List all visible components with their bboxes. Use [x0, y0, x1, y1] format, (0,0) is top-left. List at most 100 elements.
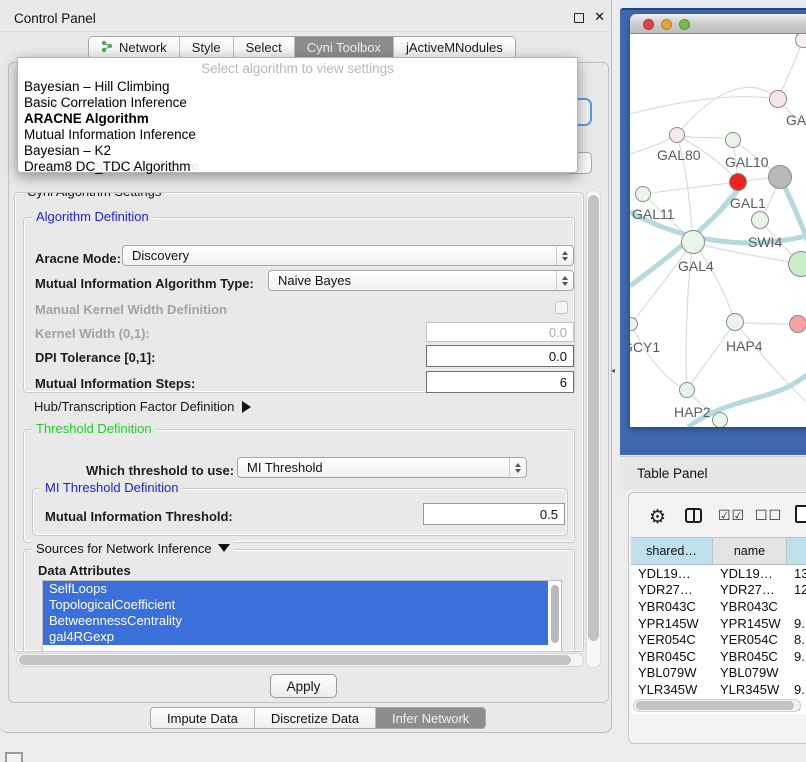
node-table: shared…nameA YDL19…YDL19…13YDR27…YDR27…1…	[631, 537, 806, 714]
table-cell: YBR043C	[631, 598, 713, 615]
manual-kernel-width-label: Manual Kernel Width Definition	[35, 302, 227, 317]
zoom-traffic-light-icon[interactable]	[679, 19, 690, 30]
tab-discretize-data[interactable]: Discretize Data	[255, 708, 376, 728]
algorithm-option[interactable]: Bayesian – K2	[22, 143, 573, 159]
algorithm-option-list: Bayesian – Hill ClimbingBasic Correlatio…	[22, 79, 573, 175]
tab-cyni-toolbox[interactable]: Cyni Toolbox	[295, 37, 394, 58]
network-node-hap4[interactable]	[726, 313, 744, 331]
network-node[interactable]	[795, 34, 806, 48]
aracne-mode-select[interactable]: Discovery	[122, 245, 574, 266]
tab-style[interactable]: Style	[180, 37, 234, 58]
data-attribute-item[interactable]: gal4RGexp	[43, 629, 548, 645]
tab-select[interactable]: Select	[234, 37, 295, 58]
tab-network[interactable]: Network	[89, 37, 180, 58]
settings-vscrollbar[interactable]	[586, 190, 601, 668]
mi-algorithm-type-select[interactable]: Naive Bayes	[268, 270, 574, 291]
network-node[interactable]	[712, 412, 728, 427]
table-cell: 9.	[787, 615, 806, 632]
group-title: Threshold Definition	[32, 421, 156, 436]
tab-label: Style	[192, 40, 221, 55]
combo-stepper-icon	[556, 246, 573, 265]
mi-steps-label: Mutual Information Steps:	[35, 376, 195, 391]
tab-infer-network[interactable]: Infer Network	[376, 708, 485, 728]
algorithm-option[interactable]: Bayesian – Hill Climbing	[22, 79, 573, 95]
tab-jactivemnodules[interactable]: jActiveMNodules	[394, 37, 515, 58]
table-cell	[787, 598, 806, 615]
network-node-gal10[interactable]	[725, 132, 741, 148]
tab-impute-data[interactable]: Impute Data	[151, 708, 255, 728]
data-attribute-item[interactable]: BetweennessCentrality	[43, 613, 548, 629]
table-row[interactable]: YBR043CYBR043C	[631, 598, 806, 615]
settings-hscrollbar[interactable]	[16, 653, 584, 667]
table-row[interactable]: YBR045CYBR045C9.	[631, 648, 806, 665]
table-cell: 13	[787, 565, 806, 582]
combo-stepper-icon	[509, 458, 526, 477]
hub-transcription-factor-toggle[interactable]: Hub/Transcription Factor Definition	[34, 399, 251, 414]
minimize-traffic-light-icon[interactable]	[661, 19, 672, 30]
network-node-swi4[interactable]	[751, 211, 769, 229]
tab-label: jActiveMNodules	[406, 40, 503, 55]
network-canvas[interactable]: GALGAL80GAL10GAL1GAL11SWI4GAL4GCY1HAP4YH…	[630, 34, 806, 427]
kernel-width-input[interactable]: 0.0	[426, 322, 574, 342]
list-scrollbar[interactable]	[550, 583, 560, 649]
table-row[interactable]: YPR145WYPR145W9.	[631, 615, 806, 632]
network-node-gal80[interactable]	[669, 127, 685, 143]
table-cell: YPR145W	[713, 615, 787, 632]
table-rows: YDL19…YDL19…13YDR27…YDR27…12YBR043CYBR04…	[631, 565, 806, 714]
column-header[interactable]: shared…	[631, 537, 713, 565]
mi-algorithm-type-label: Mutual Information Algorithm Type:	[35, 276, 254, 291]
collapse-right-icon	[242, 401, 251, 413]
close-icon[interactable]: ✕	[594, 9, 605, 25]
group-title: MI Threshold Definition	[41, 480, 182, 495]
network-node-gal1[interactable]	[729, 173, 747, 191]
network-node-gal4[interactable]	[681, 230, 705, 254]
table-cell: YDR27…	[713, 582, 787, 599]
splitter-collapse-icon[interactable]: ◂	[611, 366, 615, 375]
table-cell: YBR045C	[713, 648, 787, 665]
gear-icon[interactable]: ⚙	[649, 506, 666, 529]
network-node-hap2[interactable]	[679, 382, 695, 398]
data-attributes-list[interactable]: SelfLoopsTopologicalCoefficientBetweenne…	[42, 580, 562, 652]
mi-threshold-label: Mutual Information Threshold:	[45, 509, 233, 524]
minimized-panel-icon[interactable]	[5, 752, 23, 762]
network-node-gal[interactable]	[769, 90, 787, 108]
collapse-down-icon[interactable]	[218, 544, 230, 552]
network-node-gal11[interactable]	[635, 186, 651, 202]
table-header-row: shared…nameA	[631, 537, 806, 565]
new-table-icon[interactable]	[795, 505, 806, 523]
mi-threshold-input[interactable]: 0.5	[423, 503, 565, 525]
table-row[interactable]: YDL19…YDL19…13	[631, 565, 806, 582]
table-cell: YDR27…	[631, 582, 713, 599]
table-row[interactable]: YDR27…YDR27…12	[631, 582, 806, 599]
table-row[interactable]: YER054CYER054C8.	[631, 631, 806, 648]
data-attribute-item[interactable]: SelfLoops	[43, 581, 548, 597]
algorithm-option[interactable]: Dream8 DC_TDC Algorithm	[22, 159, 573, 175]
network-window-titlebar[interactable]	[630, 14, 806, 34]
column-header[interactable]: name	[713, 537, 787, 565]
mi-threshold-definition-group: MI Threshold Definition Mutual Informati…	[32, 488, 568, 536]
mi-steps-input[interactable]: 6	[426, 371, 574, 393]
control-panel-tabs: Network Style Select Cyni Toolbox jActiv…	[88, 36, 516, 59]
algorithm-option[interactable]: ARACNE Algorithm	[22, 111, 573, 127]
cyni-algorithm-settings-group: Cyni Algorithm Settings Algorithm Defini…	[14, 192, 584, 652]
float-window-icon[interactable]	[574, 13, 584, 23]
network-node-y[interactable]	[789, 315, 806, 333]
dpi-tolerance-input[interactable]: 0.0	[426, 345, 574, 367]
data-attribute-item[interactable]: TopologicalCoefficient	[43, 597, 548, 613]
table-row[interactable]: YBL079WYBL079W	[631, 665, 806, 682]
algorithm-option[interactable]: Mutual Information Inference	[22, 127, 573, 143]
close-traffic-light-icon[interactable]	[643, 19, 654, 30]
columns-icon[interactable]	[685, 508, 702, 523]
table-cell: YLR345W	[631, 681, 713, 698]
column-header[interactable]: A	[787, 537, 806, 565]
table-hscrollbar[interactable]	[633, 699, 801, 712]
apply-button[interactable]: Apply	[270, 674, 337, 698]
manual-kernel-width-checkbox[interactable]	[555, 301, 568, 314]
deselect-all-checkboxes-icon[interactable]: ☐☐	[755, 507, 782, 524]
network-node[interactable]	[768, 165, 792, 189]
which-threshold-select[interactable]: MI Threshold	[237, 457, 527, 478]
table-row[interactable]: YLR345WYLR345W9.	[631, 681, 806, 698]
select-all-checkboxes-icon[interactable]: ☑☑	[718, 507, 745, 524]
algorithm-option[interactable]: Basic Correlation Inference	[22, 95, 573, 111]
table-panel-title: Table Panel	[637, 466, 708, 481]
